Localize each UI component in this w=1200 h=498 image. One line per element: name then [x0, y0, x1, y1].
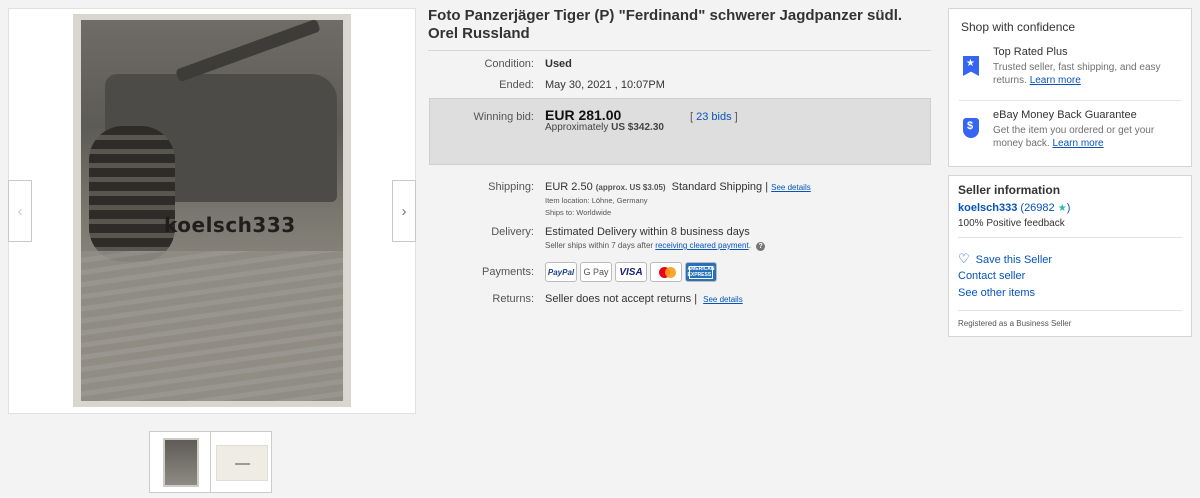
delivery-note: Seller ships within 7 days after receivi…: [545, 241, 766, 251]
guarantee-title: eBay Money Back Guarantee: [993, 109, 1137, 121]
tank-gun: [175, 18, 321, 83]
bids-link[interactable]: 23 bids: [696, 111, 731, 123]
amex-label: AMERICAN EXPRESS: [687, 265, 715, 279]
approx-value: US $342.30: [611, 122, 664, 133]
positive-feedback: 100% Positive feedback: [958, 218, 1065, 229]
chevron-right-icon: ›: [401, 202, 407, 220]
winning-bid-value: EUR 281.00: [545, 107, 622, 123]
feedback-count-link[interactable]: 26982: [1024, 202, 1055, 214]
ended-value: May 30, 2021 , 10:07PM: [545, 79, 665, 91]
amex-icon: AMERICAN EXPRESS: [685, 262, 717, 282]
title-divider: [428, 50, 931, 51]
winning-bid-approx: Approximately US $342.30: [545, 122, 664, 133]
winning-bid-panel: [429, 98, 931, 165]
top-rated-badge-icon: [963, 56, 979, 76]
shipping-approx: (approx. US $3.05): [595, 183, 666, 192]
shipping-see-details-link[interactable]: See details: [771, 183, 811, 192]
delivery-note-text: Seller ships within 7 days after: [545, 241, 654, 250]
ended-label: Ended:: [499, 79, 534, 91]
confidence-divider: [959, 100, 1181, 101]
confidence-heading: Shop with confidence: [961, 20, 1076, 34]
contact-seller-link[interactable]: Contact seller: [958, 270, 1025, 282]
cleared-payment-link[interactable]: receiving cleared payment: [655, 241, 748, 250]
photo-image: koelsch333: [81, 18, 343, 401]
shipping-label: Shipping:: [488, 181, 534, 193]
photo-ground: [81, 251, 343, 401]
delivery-value: Estimated Delivery within 8 business day…: [545, 226, 750, 238]
shipping-row: EUR 2.50 (approx. US $3.05) Standard Shi…: [545, 181, 811, 193]
condition-value: Used: [545, 58, 572, 70]
bid-count: [ 23 bids ]: [690, 111, 738, 123]
payments-label: Payments:: [482, 266, 534, 278]
photo-watermark: koelsch333: [164, 213, 296, 237]
mastercard-icon: [650, 262, 682, 282]
seller-divider: [958, 310, 1182, 311]
business-seller-note: Registered as a Business Seller: [958, 319, 1072, 328]
shipping-value: EUR 2.50: [545, 181, 593, 193]
item-title: Foto Panzerjäger Tiger (P) "Ferdinand" s…: [428, 7, 903, 42]
thumbnail-image: [216, 445, 268, 481]
money-back-shield-icon: [963, 118, 979, 138]
main-item-photo[interactable]: koelsch333: [73, 14, 351, 407]
see-other-items-link[interactable]: See other items: [958, 287, 1035, 299]
top-rated-desc: Trusted seller, fast shipping, and easy …: [993, 61, 1177, 87]
shipping-method: Standard Shipping |: [671, 181, 769, 193]
condition-label: Condition:: [484, 58, 534, 70]
heart-icon: ♡: [958, 251, 970, 266]
thumbnail-1[interactable]: [149, 431, 211, 493]
top-rated-learn-more-link[interactable]: Learn more: [1030, 75, 1081, 86]
winning-bid-label: Winning bid:: [473, 111, 534, 123]
ships-to: Ships to: Worldwide: [545, 208, 612, 217]
feedback-star-icon: ★: [1057, 203, 1067, 214]
google-pay-icon: G Pay: [580, 262, 612, 282]
paypal-icon: PayPal: [545, 262, 577, 282]
seller-name-row: koelsch333 (26982 ★): [958, 202, 1071, 214]
help-icon[interactable]: ?: [756, 242, 766, 251]
image-gallery: koelsch333: [8, 8, 416, 414]
thumbnail-2[interactable]: [210, 431, 272, 493]
shop-with-confidence-panel: Shop with confidence Top Rated Plus Trus…: [948, 8, 1192, 167]
returns-label: Returns:: [492, 293, 534, 305]
visa-icon: VISA: [615, 262, 647, 282]
payment-methods: PayPal G Pay VISA AMERICAN EXPRESS: [545, 262, 717, 282]
seller-information-panel: Seller information koelsch333 (26982 ★) …: [948, 175, 1192, 337]
returns-value: Seller does not accept returns |: [545, 293, 698, 305]
save-seller-link[interactable]: ♡ Save this Seller: [958, 251, 1052, 267]
guarantee-desc: Get the item you ordered or get your mon…: [993, 124, 1177, 150]
seller-divider: [958, 237, 1182, 238]
returns-see-details-link[interactable]: See details: [703, 295, 743, 304]
chevron-left-icon: ‹: [17, 202, 23, 220]
save-seller-label: Save this Seller: [975, 254, 1053, 266]
thumbnail-image: [163, 438, 199, 487]
next-image-button[interactable]: ›: [392, 180, 416, 242]
seller-name-link[interactable]: koelsch333: [958, 202, 1017, 214]
approx-prefix: Approximately: [545, 122, 609, 133]
delivery-label: Delivery:: [491, 226, 534, 238]
tank-track: [89, 126, 175, 262]
returns-row: Seller does not accept returns | See det…: [545, 293, 743, 305]
prev-image-button[interactable]: ‹: [8, 180, 32, 242]
item-location: Item location: Löhne, Germany: [545, 196, 648, 205]
top-rated-title: Top Rated Plus: [993, 46, 1068, 58]
guarantee-learn-more-link[interactable]: Learn more: [1052, 138, 1103, 149]
seller-heading: Seller information: [958, 183, 1061, 197]
